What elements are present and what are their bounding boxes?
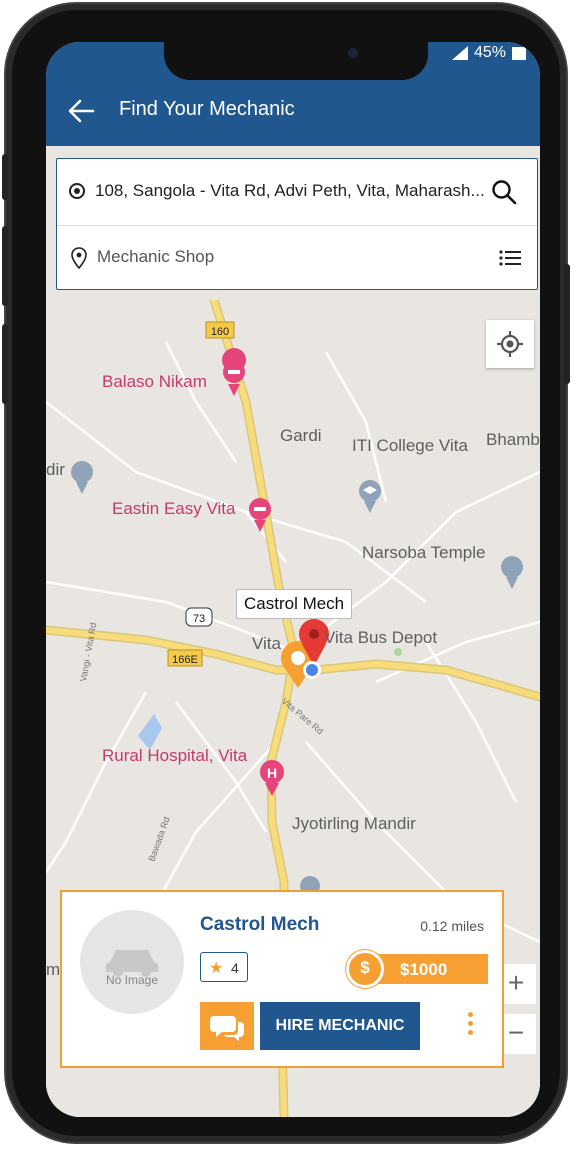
category-text: Mechanic Shop	[97, 247, 215, 266]
price-value: $1000	[400, 960, 448, 979]
map-label-balaso: Balaso Nikam	[102, 372, 207, 391]
coin-icon: $	[346, 950, 384, 988]
svg-text:73: 73	[193, 613, 205, 625]
distance-text: 0.12 miles	[420, 918, 484, 934]
notch	[164, 42, 428, 80]
chat-button[interactable]	[200, 1002, 254, 1050]
side-button	[2, 324, 8, 404]
star-icon: ★	[209, 960, 224, 977]
car-placeholder-icon	[106, 950, 158, 977]
address-text: 108, Sangola - Vita Rd, Advi Peth, Vita,…	[95, 181, 485, 200]
crosshair-icon	[497, 331, 523, 357]
search-icon[interactable]	[491, 179, 517, 205]
currency-symbol: $	[360, 958, 370, 977]
power-button	[564, 264, 570, 384]
camera	[348, 48, 358, 58]
map-label-bhamb: Bhamb	[486, 430, 540, 449]
battery-icon	[512, 46, 526, 60]
svg-text:166E: 166E	[172, 654, 198, 666]
svg-text:H: H	[267, 765, 277, 781]
map-label-vita: Vita	[252, 634, 281, 653]
map-label-bus-depot: Vita Bus Depot	[324, 628, 438, 647]
price-badge: $ $1000	[346, 950, 488, 988]
map-label-dir: dir	[46, 460, 65, 479]
map-label-eastin: Eastin Easy Vita	[112, 499, 236, 518]
my-location-button[interactable]	[486, 320, 534, 368]
avatar: No Image	[80, 910, 184, 1014]
location-field[interactable]: 108, Sangola - Vita Rd, Advi Peth, Vita,…	[57, 159, 537, 226]
mechanic-name[interactable]: Castrol Mech	[200, 914, 319, 936]
list-icon[interactable]	[499, 249, 521, 267]
no-image-label: No Image	[105, 973, 159, 987]
phone-screen: 45% Find Your Mechanic 108, Sangola - Vi…	[46, 42, 540, 1117]
route-166e-shield: 166E	[167, 649, 203, 667]
map-label-iti: ITI College Vita	[352, 436, 468, 455]
rating-badge: ★ 4	[200, 952, 248, 982]
back-arrow-icon[interactable]	[66, 96, 96, 126]
status-bar: 45%	[451, 44, 526, 62]
map-pin-icon	[71, 247, 87, 269]
more-options-icon[interactable]	[458, 1008, 482, 1044]
map-label-rural-hospital: Rural Hospital, Vita	[102, 746, 248, 765]
search-panel: 108, Sangola - Vita Rd, Advi Peth, Vita,…	[56, 158, 538, 290]
mechanic-card[interactable]: No Image Castrol Mech 0.12 miles ★ 4 $ $…	[60, 890, 504, 1068]
phone-frame: 45% Find Your Mechanic 108, Sangola - Vi…	[2, 4, 570, 1142]
current-location-dot-icon	[303, 661, 321, 679]
signal-icon	[451, 46, 468, 60]
volume-up-button	[2, 154, 8, 200]
page-title: Find Your Mechanic	[119, 98, 295, 120]
marker-callout: Castrol Mech	[236, 589, 353, 619]
chat-bubbles-icon	[210, 1016, 244, 1041]
rating-value: 4	[231, 960, 239, 976]
route-73-shield: 73	[185, 607, 213, 627]
map-label-gardi: Gardi	[280, 426, 322, 445]
battery-percent: 45%	[473, 44, 506, 61]
map-label-jyotirling: Jyotirling Mandir	[292, 814, 416, 833]
hire-mechanic-button[interactable]: HIRE MECHANIC	[260, 1002, 420, 1050]
map-label-narsoba: Narsoba Temple	[362, 543, 486, 562]
route-160-shield: 160	[205, 321, 235, 339]
current-location-radio-icon	[69, 183, 85, 199]
svg-text:160: 160	[211, 326, 229, 338]
category-field[interactable]: Mechanic Shop	[57, 225, 537, 290]
volume-down-button	[2, 226, 8, 306]
